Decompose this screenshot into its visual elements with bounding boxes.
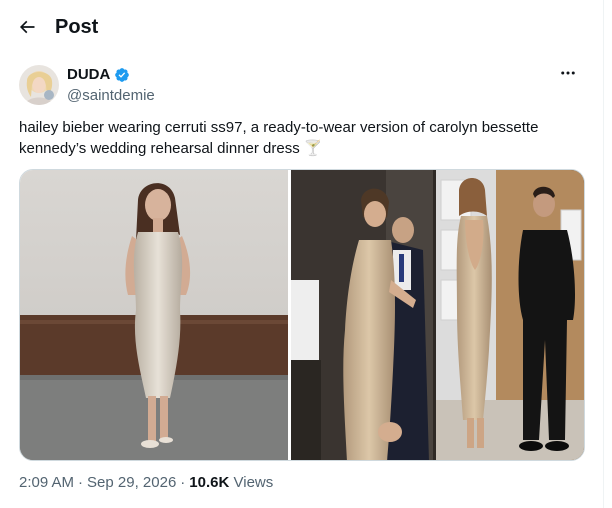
meta-separator: · [78, 474, 84, 491]
avatar-image [19, 65, 59, 105]
arrow-left-icon [19, 20, 35, 34]
author-handle[interactable]: @saintdemie [67, 87, 155, 105]
back-button[interactable] [14, 14, 40, 40]
media-grid [19, 169, 585, 461]
photo-hailey-dress[interactable] [20, 170, 289, 460]
header-bar: Post [0, 0, 604, 53]
more-horizontal-icon [561, 71, 575, 75]
views-label: Views [233, 474, 274, 491]
meta-separator-2: · [180, 474, 186, 491]
tweet-text: hailey bieber wearing cerruti ss97, a re… [19, 119, 539, 157]
verified-badge-icon [115, 68, 130, 82]
page-title: Post [55, 16, 99, 38]
post-date[interactable]: Sep 29, 2026 [87, 474, 176, 491]
avatar[interactable] [19, 65, 59, 105]
author-name[interactable]: DUDA [67, 66, 110, 84]
author-name-row: DUDA [67, 66, 130, 84]
photo-carolyn-dress[interactable] [291, 170, 584, 460]
views-count[interactable]: 10.6K [189, 474, 229, 491]
more-options-button[interactable] [554, 62, 582, 84]
post-time[interactable]: 2:09 AM [19, 474, 74, 491]
post-detail-panel: Post DUDA @saintdemie hailey bieber wear… [0, 0, 604, 508]
post-meta: 2:09 AM · Sep 29, 2026 · 10.6K Views [19, 474, 273, 492]
